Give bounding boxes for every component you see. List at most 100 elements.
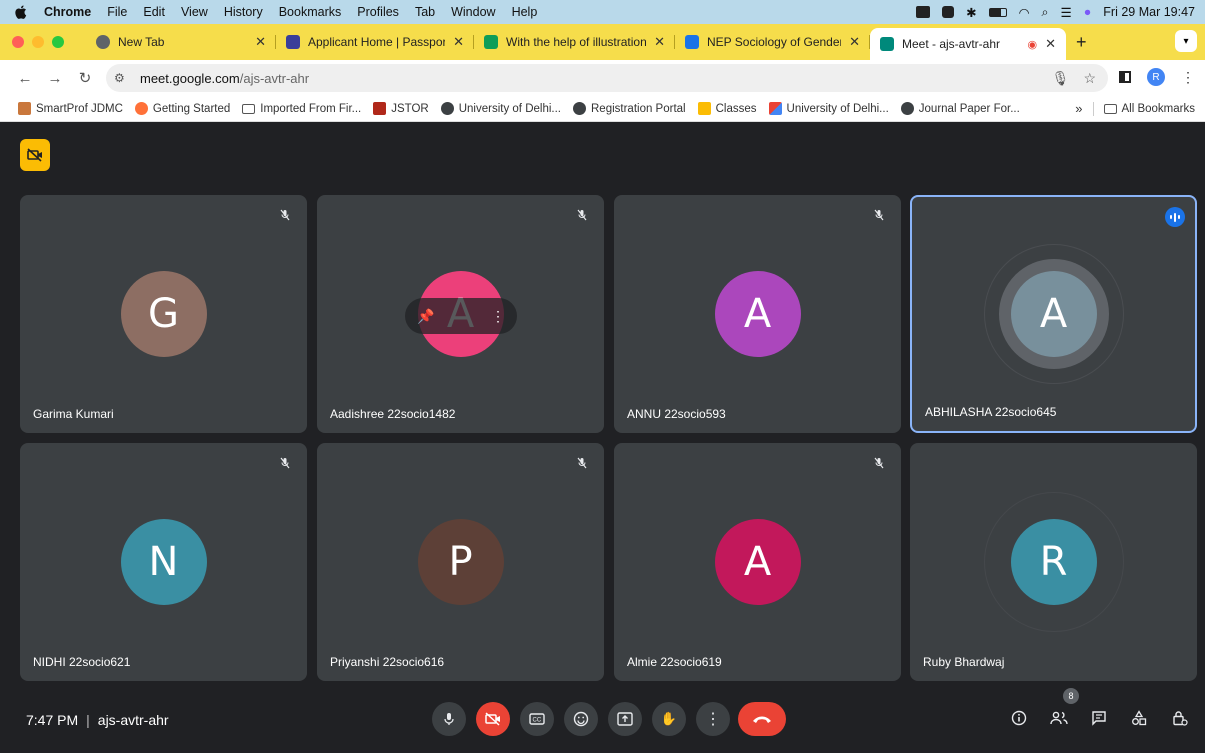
close-tab-icon[interactable]: ✕ (453, 34, 464, 50)
participant-avatar: G (120, 271, 207, 357)
tab-new-tab[interactable]: New Tab ✕ (86, 28, 276, 56)
camera-off-button[interactable] (476, 702, 510, 736)
new-tab-button[interactable]: + (1076, 32, 1087, 53)
participant-tile[interactable]: N NIDHI 22socio621 (20, 443, 307, 681)
wifi-icon[interactable]: ◠ (1019, 5, 1030, 20)
close-tab-icon[interactable]: ✕ (255, 34, 266, 50)
menu-help[interactable]: Help (512, 5, 538, 19)
pin-icon[interactable]: 📌 (417, 308, 434, 325)
bookmark-label: University of Delhi... (458, 102, 561, 115)
tab-illustrations[interactable]: With the help of illustrations, ✕ (474, 28, 675, 56)
participant-tile[interactable]: A 📌 ⋮ Aadishree 22socio1482 (317, 195, 604, 433)
all-bookmarks-button[interactable]: All Bookmarks (1103, 103, 1195, 115)
profile-avatar[interactable]: R (1147, 68, 1165, 86)
meeting-code: ajs-avtr-ahr (97, 712, 169, 728)
bookmark-item[interactable]: SmartProf JDMC (18, 102, 123, 115)
close-tab-icon[interactable]: ✕ (849, 34, 860, 50)
raise-hand-button[interactable]: ✋ (652, 702, 686, 736)
menu-tab[interactable]: Tab (415, 5, 435, 19)
close-window-button[interactable] (12, 36, 24, 48)
host-controls-icon[interactable] (1168, 706, 1192, 730)
site-info-icon[interactable]: ⚙ (114, 71, 134, 85)
chat-icon[interactable] (1087, 706, 1111, 730)
people-icon[interactable] (1047, 706, 1071, 730)
microphone-button[interactable] (432, 702, 466, 736)
leave-call-button[interactable] (738, 702, 786, 736)
microphone-in-use-icon[interactable]: 🎙 (1052, 70, 1070, 87)
forward-button[interactable]: → (42, 70, 68, 87)
present-screen-button[interactable] (608, 702, 642, 736)
close-tab-icon[interactable]: ✕ (654, 34, 665, 50)
captions-button[interactable]: CC (520, 702, 554, 736)
bookmark-item[interactable]: Registration Portal (573, 102, 686, 115)
menu-view[interactable]: View (181, 5, 208, 19)
meeting-time: 7:47 PM (26, 712, 79, 728)
firefox-icon (134, 102, 148, 115)
participant-tile-self[interactable]: R Ruby Bhardwaj (910, 443, 1197, 681)
bookmark-item[interactable]: Classes (697, 102, 757, 115)
meet-status-icon[interactable] (916, 6, 931, 18)
close-tab-icon[interactable]: ✕ (1045, 36, 1056, 52)
menu-window[interactable]: Window (451, 5, 495, 19)
tab-title: New Tab (118, 35, 165, 49)
chrome-menu-icon[interactable]: ⋮ (1181, 69, 1195, 86)
jstor-icon (373, 102, 387, 115)
bookmark-label: University of Delhi... (786, 102, 889, 115)
menu-edit[interactable]: Edit (143, 5, 165, 19)
more-options-button[interactable]: ⋮ (696, 702, 730, 736)
menu-bookmarks[interactable]: Bookmarks (279, 5, 342, 19)
activities-icon[interactable] (1127, 706, 1151, 730)
bluetooth-icon[interactable]: ✱ (966, 5, 976, 20)
bookmark-item[interactable]: University of Delhi... (440, 102, 561, 115)
mic-off-icon (572, 205, 592, 225)
bookmark-label: Journal Paper For... (918, 102, 1020, 115)
tab-nep-sociology[interactable]: NEP Sociology of Gender ✕ (675, 28, 870, 56)
globe-icon (573, 102, 586, 115)
tab-search-chevron-icon[interactable]: ▾ (1175, 30, 1197, 52)
participant-avatar: A (714, 271, 801, 357)
siri-icon[interactable]: ● (1084, 5, 1092, 19)
participant-tile[interactable]: G Garima Kumari (20, 195, 307, 433)
camera-off-notice-icon[interactable] (20, 139, 50, 171)
bookmark-item[interactable]: University of Delhi... (768, 102, 889, 115)
side-panel-icon[interactable] (1119, 71, 1131, 83)
bookmark-item[interactable]: JSTOR (373, 102, 429, 115)
participant-tile[interactable]: A Almie 22socio619 (614, 443, 901, 681)
menubar-datetime[interactable]: Fri 29 Mar 19:47 (1103, 5, 1195, 19)
tab-passport[interactable]: Applicant Home | Passport Se ✕ (276, 28, 474, 56)
url-path: /ajs-avtr-ahr (239, 70, 310, 86)
menu-app-name[interactable]: Chrome (44, 5, 91, 19)
classroom-icon (697, 102, 711, 115)
mic-off-icon (869, 453, 889, 473)
reload-button[interactable]: ↻ (72, 69, 98, 87)
apple-icon[interactable] (14, 5, 28, 19)
meet-control-bar: 7:47 PM | ajs-avtr-ahr CC ✋ ⋮ 8 (0, 686, 1205, 753)
zoom-window-button[interactable] (52, 36, 64, 48)
mic-off-icon (275, 205, 295, 225)
bookmark-folder[interactable]: Imported From Fir... (242, 103, 361, 115)
menu-profiles[interactable]: Profiles (357, 5, 399, 19)
back-button[interactable]: ← (12, 70, 38, 87)
tab-meet[interactable]: Meet - ajs-avtr-ahr ◉ ✕ (870, 28, 1066, 60)
bookmark-item[interactable]: Getting Started (134, 102, 230, 115)
participant-tile[interactable]: P Priyanshi 22socio616 (317, 443, 604, 681)
participant-tile-active-speaker[interactable]: A ABHILASHA 22socio645 (910, 195, 1197, 433)
meeting-info-icon[interactable] (1007, 706, 1031, 730)
address-bar[interactable]: ⚙ meet.google.com/ajs-avtr-ahr 🎙 ☆ (106, 64, 1108, 92)
emoji-reaction-button[interactable] (564, 702, 598, 736)
input-source-icon[interactable] (942, 6, 955, 18)
more-options-icon[interactable]: ⋮ (491, 308, 505, 325)
bookmark-star-icon[interactable]: ☆ (1083, 70, 1096, 87)
participant-avatar: N (120, 519, 207, 605)
minimize-window-button[interactable] (32, 36, 44, 48)
participant-tile[interactable]: A ANNU 22socio593 (614, 195, 901, 433)
control-center-icon[interactable]: ☰ (1061, 5, 1072, 20)
menu-file[interactable]: File (107, 5, 127, 19)
participant-name: ABHILASHA 22socio645 (925, 405, 1057, 419)
spotlight-search-icon[interactable]: ⌕ (1041, 5, 1048, 20)
battery-icon[interactable] (988, 7, 1007, 17)
more-bookmarks-button[interactable]: » (1075, 101, 1082, 116)
mic-off-icon (869, 205, 889, 225)
menu-history[interactable]: History (224, 5, 263, 19)
bookmark-item[interactable]: Journal Paper For... (900, 102, 1020, 115)
